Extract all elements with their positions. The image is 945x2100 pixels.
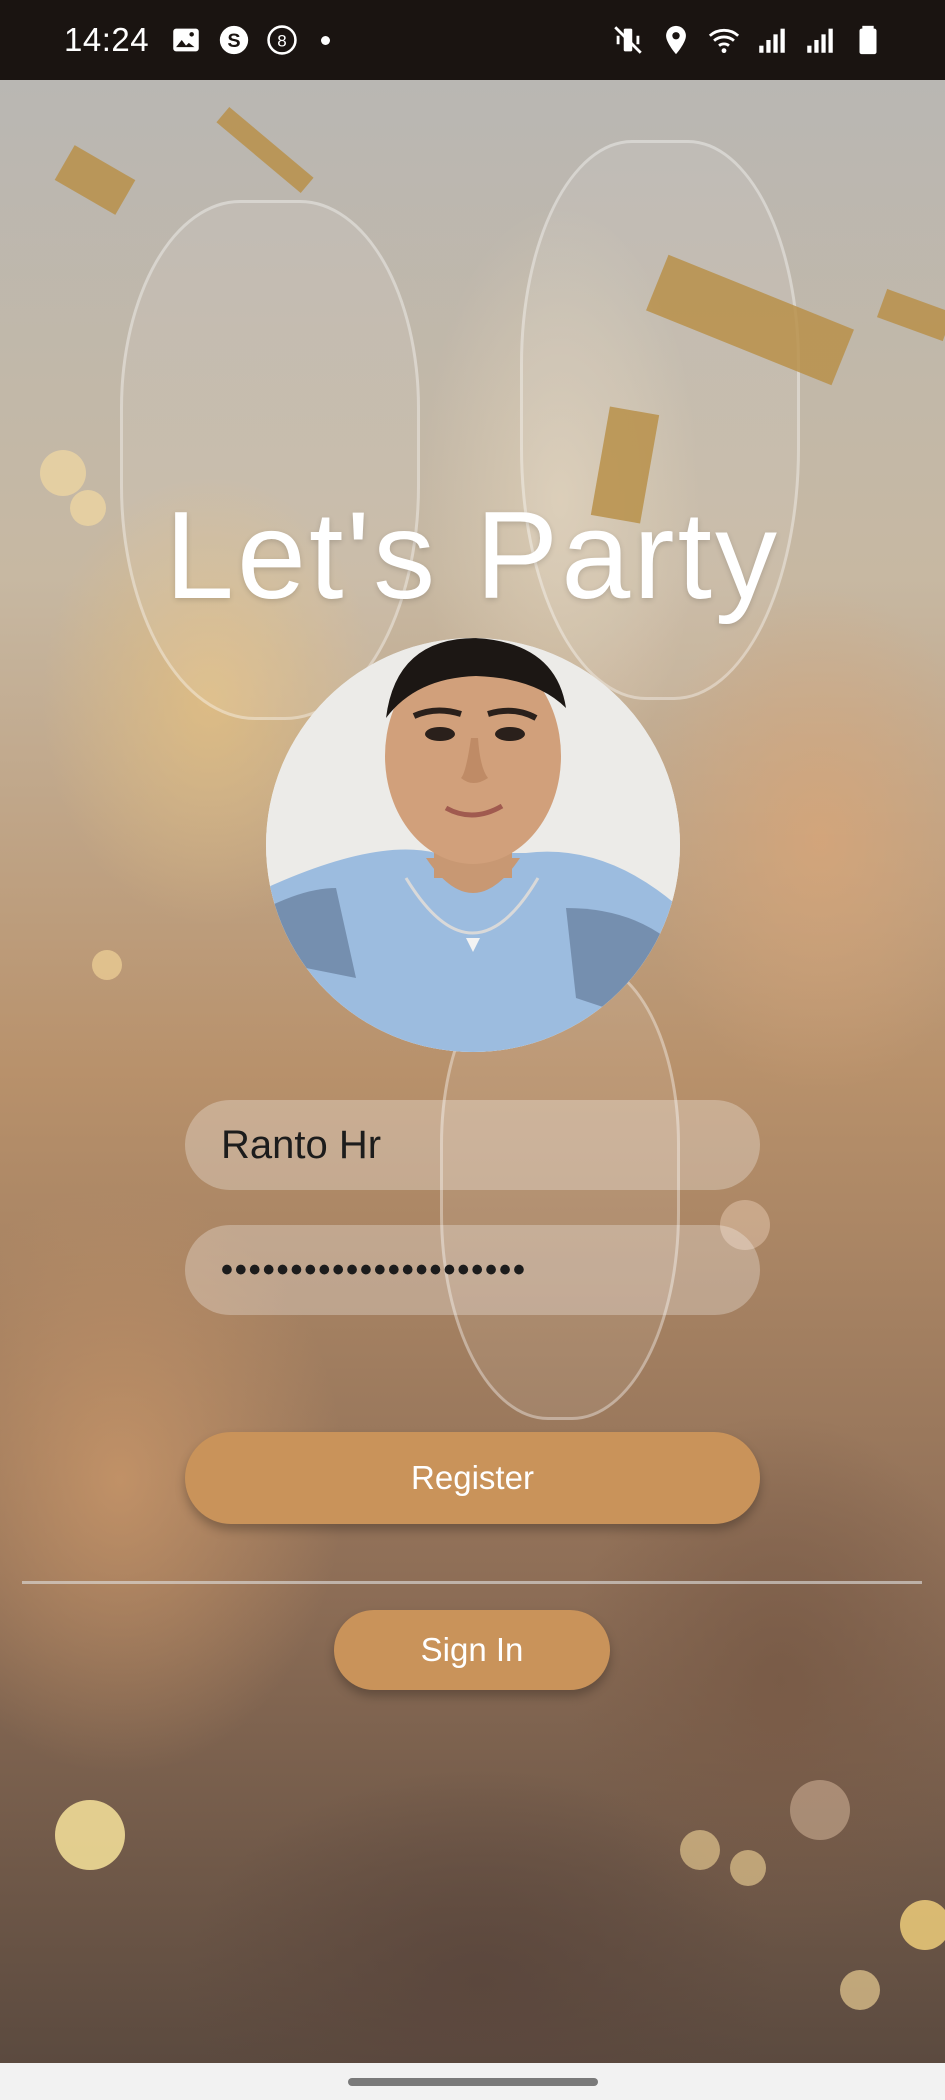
confetti (216, 106, 314, 194)
bokeh-light (790, 1780, 850, 1840)
register-button[interactable]: Register (185, 1432, 760, 1524)
password-field[interactable]: •••••••••••••••••••••• (185, 1225, 760, 1315)
profile-avatar[interactable] (266, 638, 680, 1052)
mute-icon (611, 23, 645, 57)
image-icon (169, 23, 203, 57)
confetti (876, 288, 945, 342)
bokeh-light (92, 950, 122, 980)
svg-text:8: 8 (277, 31, 286, 50)
svg-text:S: S (227, 30, 240, 52)
confetti (54, 145, 136, 215)
signin-button[interactable]: Sign In (334, 1610, 610, 1690)
signal-icon (755, 23, 789, 57)
bokeh-light (680, 1830, 720, 1870)
status-left-icons: S 8 (169, 23, 331, 57)
skype-icon: S (217, 23, 251, 57)
avatar-portrait (266, 638, 680, 1052)
status-bar: 14:24 S 8 (0, 0, 945, 80)
signal-icon-2 (803, 23, 837, 57)
system-nav-bar (0, 2063, 945, 2100)
status-right-icons (611, 23, 885, 57)
background-photo (0, 80, 945, 2063)
bokeh-light (900, 1900, 945, 1950)
divider (22, 1581, 922, 1584)
glass-shape (120, 200, 420, 720)
battery-icon (851, 23, 885, 57)
bokeh-light (840, 1970, 880, 2010)
wifi-icon (707, 23, 741, 57)
username-field[interactable]: Ranto Hr (185, 1100, 760, 1190)
bokeh-light (55, 1800, 125, 1870)
eight-icon: 8 (265, 23, 299, 57)
app-title: Let's Party (165, 487, 780, 625)
location-icon (659, 23, 693, 57)
status-time: 14:24 (64, 21, 150, 58)
notification-dot (321, 35, 331, 45)
bokeh-light (730, 1850, 766, 1886)
home-indicator[interactable] (347, 2077, 598, 2086)
